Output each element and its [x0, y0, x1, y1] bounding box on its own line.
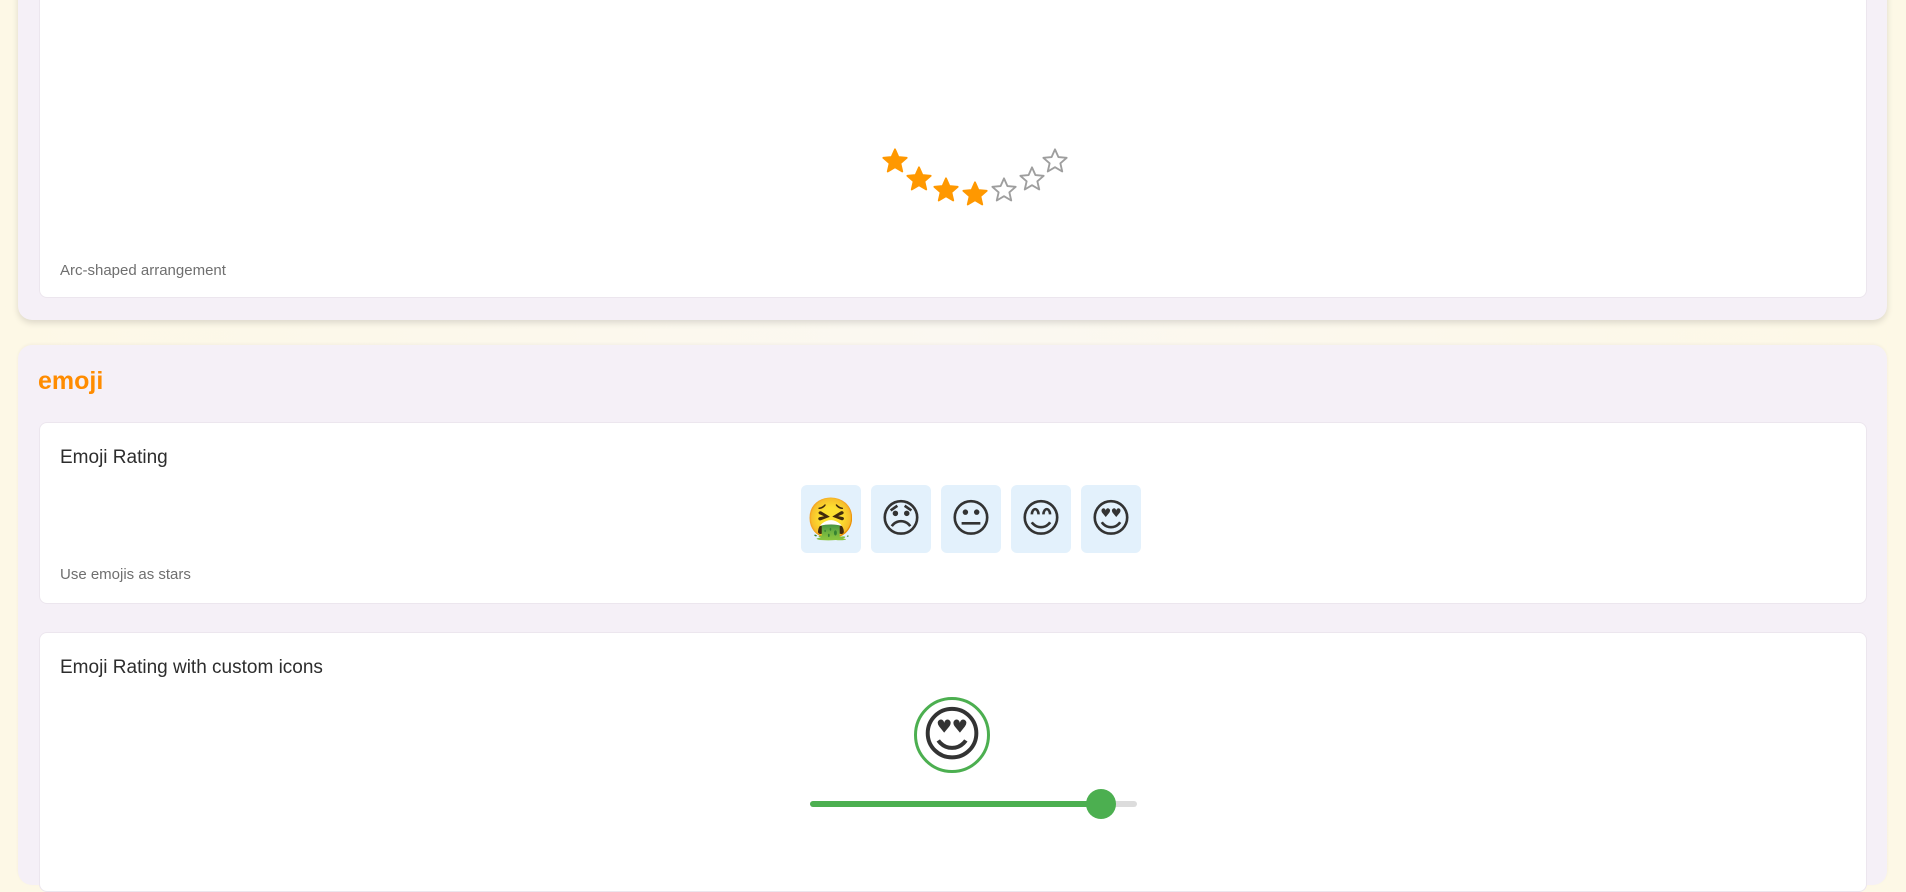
arc-rating-card: Arc-shaped arrangement [39, 0, 1867, 298]
emoji-custom-icons-title: Emoji Rating with custom icons [60, 657, 323, 678]
emoji-rating-title: Emoji Rating [60, 447, 168, 468]
emoji-custom-icons-card: Emoji Rating with custom icons 😍 [39, 632, 1867, 892]
nauseated-face-icon[interactable]: 🤮 [801, 485, 861, 553]
star-outline-icon[interactable] [990, 176, 1018, 204]
smiling-face-icon[interactable]: 😊 [1011, 485, 1071, 553]
rating-slider[interactable] [810, 789, 1137, 819]
emoji-rating-options: 🤮 😞 😐 😊 😍 [801, 485, 1141, 553]
heart-eyes-face-icon[interactable]: 😍 [1081, 485, 1141, 553]
emoji-section: emoji Emoji Rating 🤮 😞 😐 😊 😍 Use emojis … [18, 345, 1887, 892]
star-outline-icon[interactable] [1018, 165, 1046, 193]
slider-fill [810, 801, 1102, 807]
star-filled-icon[interactable] [932, 176, 960, 204]
star-filled-icon[interactable] [881, 147, 909, 175]
emoji-rating-card: Emoji Rating 🤮 😞 😐 😊 😍 Use emojis as sta… [39, 422, 1867, 604]
disappointed-face-icon[interactable]: 😞 [871, 485, 931, 553]
slider-thumb[interactable] [1086, 789, 1117, 819]
star-filled-icon[interactable] [961, 180, 989, 208]
neutral-face-icon[interactable]: 😐 [941, 485, 1001, 553]
emoji-section-title: emoji [38, 367, 104, 395]
rating-section-arc: Arc-shaped arrangement [18, 0, 1887, 320]
arc-rating-caption: Arc-shaped arrangement [60, 262, 226, 279]
heart-eyes-face-icon: 😍 [914, 697, 990, 773]
emoji-rating-caption: Use emojis as stars [60, 566, 191, 583]
